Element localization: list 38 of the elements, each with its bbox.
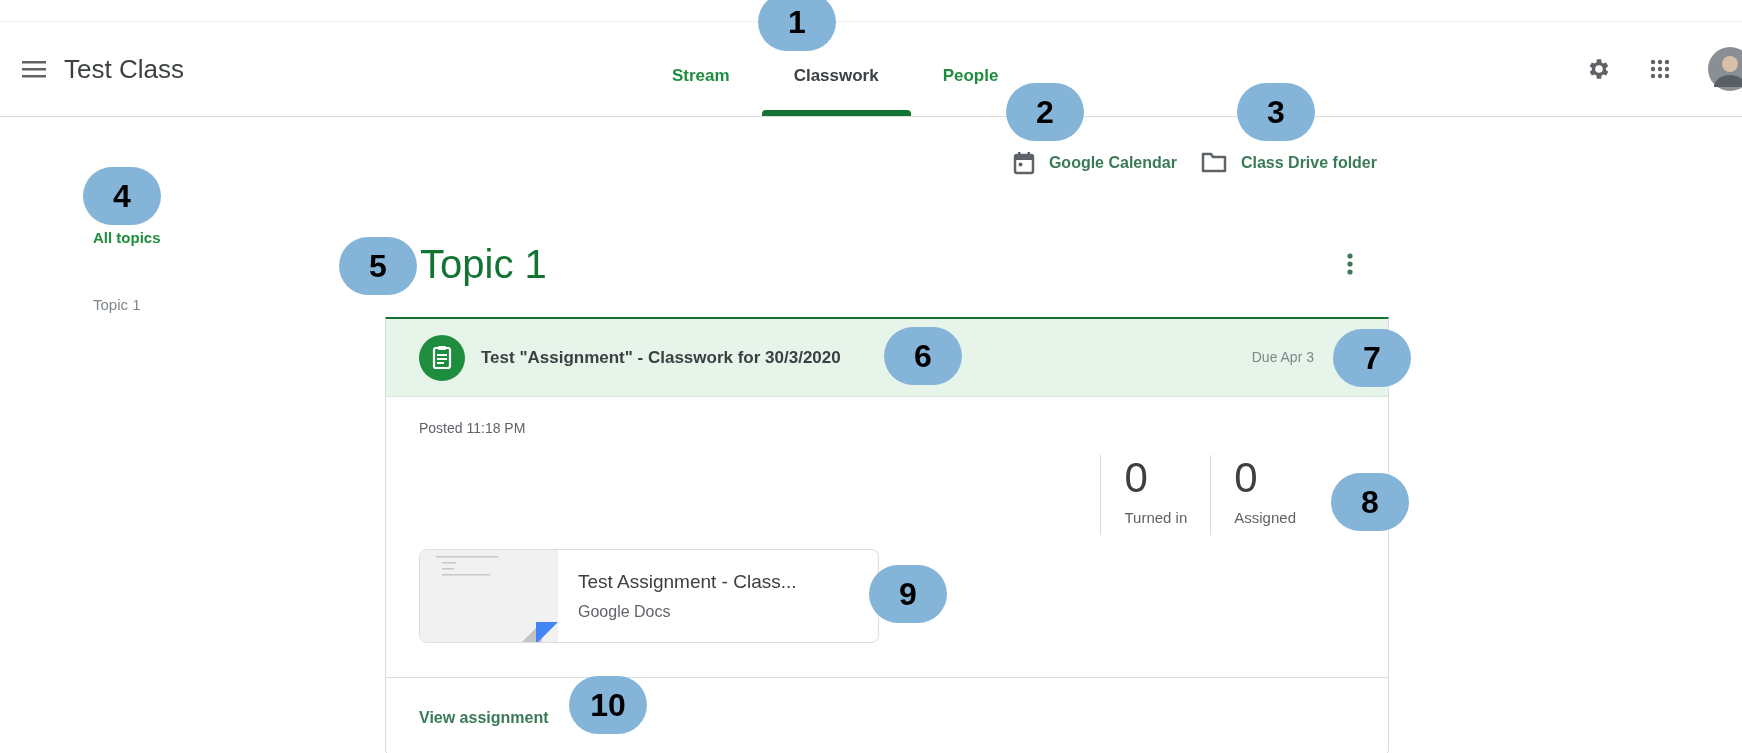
topic-link[interactable]: All topics [93,227,161,250]
more-options-icon[interactable] [1347,253,1353,275]
menu-icon[interactable] [22,60,46,78]
callout-marker: 5 [339,237,417,295]
drive-link[interactable]: Google Calendar [1012,151,1177,213]
tab[interactable]: Stream [672,62,730,88]
topic-heading: Topic 1 [420,241,547,288]
callout-marker: 3 [1237,83,1315,141]
apps-grid-icon[interactable] [1650,59,1670,79]
link-label: Class Drive folder [1240,153,1377,173]
callout-marker: 2 [1006,83,1084,141]
callout-marker: 9 [869,565,947,623]
drive-link[interactable]: Class Drive folder [1200,151,1377,213]
due-date: Due Apr 3 [1251,348,1314,367]
tab[interactable]: Classwork [793,62,879,88]
stat-count: 0 [1234,455,1259,501]
stat-count: 0 [1124,455,1149,501]
callout-marker: 1 [758,0,836,51]
tab[interactable]: People [942,62,999,88]
callout-marker: 7 [1333,329,1411,387]
posted-time: Posted 11:18 PM [419,419,527,438]
callout-marker: 4 [83,167,161,225]
avatar[interactable] [1708,47,1742,91]
class-title: Test Class [64,52,184,86]
view-assignment-link[interactable]: View assignment [419,709,549,726]
topic-link[interactable]: Topic 1 [93,293,141,316]
attachment-card[interactable]: Test Assignment - Class... Google Docs [419,549,879,643]
link-label: Google Calendar [1048,153,1177,173]
callout-marker: 10 [569,676,647,734]
assignment-title: Test "Assignment" - Classwork for 30/3/2020 [481,346,841,369]
attachment-type: Google Docs [578,602,672,623]
attachment-title: Test Assignment - Class... [578,569,797,594]
stat-label: Turned in [1124,508,1188,528]
folder-icon [1200,151,1227,173]
stat-label: Assigned [1234,508,1296,528]
assignment-icon [419,334,465,381]
callout-marker: 8 [1331,473,1409,531]
calendar-icon [1012,151,1035,175]
